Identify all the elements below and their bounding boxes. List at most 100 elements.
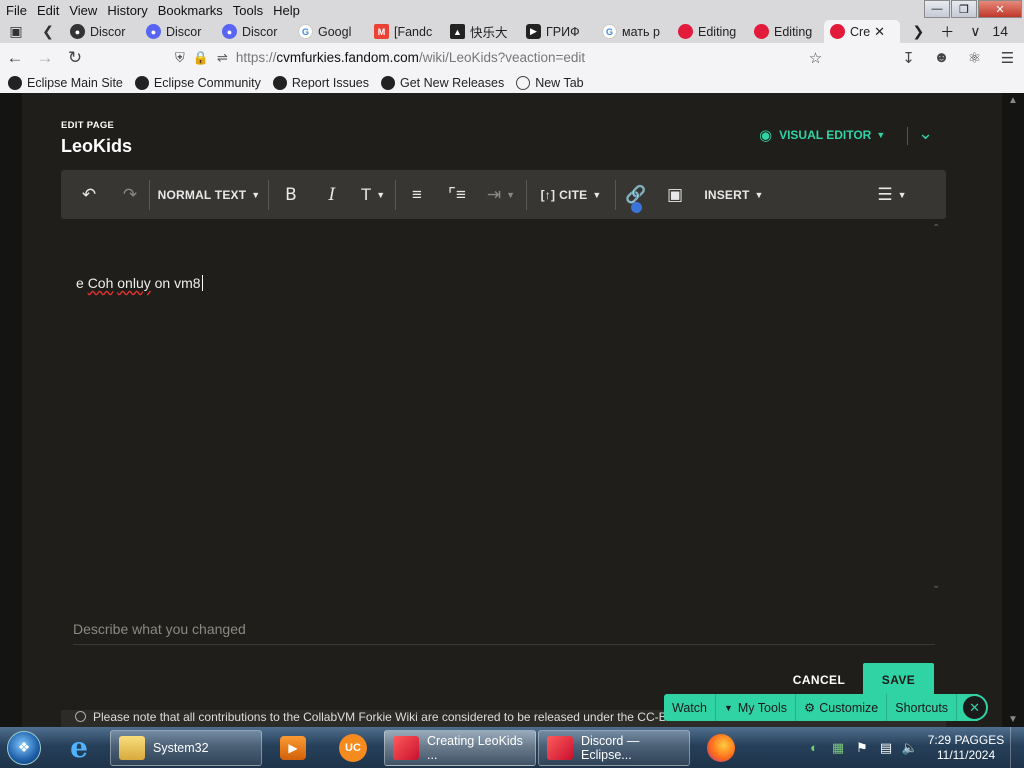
tab-item[interactable]: M [Fandc (368, 20, 444, 43)
caret-down-icon: ▼ (754, 189, 764, 200)
numbered-list-icon[interactable]: ⌜≡ (438, 170, 476, 219)
menu-view[interactable]: View (69, 3, 97, 18)
action-center-flag-icon[interactable]: ⚑ (850, 740, 874, 756)
tab-list-button[interactable]: ∨ 14 (970, 23, 1016, 40)
taskbar-window[interactable]: Discord — Eclipse... (538, 729, 690, 766)
visual-editor-dropdown[interactable]: ◉ VISUAL EDITOR ▼ (759, 126, 885, 144)
uc-browser-icon: UC (339, 733, 367, 762)
my-tools-button[interactable]: ▼ My Tools (716, 694, 796, 721)
cite-dropdown[interactable]: [↑] CITE ▼ (527, 170, 615, 219)
cancel-button[interactable]: CANCEL (788, 666, 850, 694)
link-icon[interactable]: 🔗 (616, 170, 656, 219)
insert-dropdown[interactable]: INSERT ▼ (694, 170, 774, 219)
tab-item[interactable]: Editing (748, 20, 824, 43)
caret-down-icon: ▼ (592, 189, 602, 200)
image-icon[interactable]: ▣ (656, 170, 694, 219)
close-window-icon[interactable]: ✕ (978, 0, 1022, 18)
taskbar-window-label: Discord — Eclipse... (581, 733, 640, 762)
tab-item[interactable]: Editing (672, 20, 748, 43)
start-button[interactable]: ❖ (0, 727, 48, 768)
update-icon[interactable]: ▦ (826, 740, 850, 756)
tab-item[interactable]: ▶ ГРИФ (520, 20, 596, 43)
chevron-down-icon[interactable]: ⌄ (918, 123, 933, 144)
windows-logo-icon: ❖ (7, 730, 41, 765)
clock[interactable]: 7:29 PAGGES 11/11/2024 (922, 733, 1010, 763)
bookmark-star-icon[interactable]: ☆ (799, 49, 832, 67)
shortcuts-button[interactable]: Shortcuts (887, 694, 958, 721)
menu-file[interactable]: File (6, 3, 27, 18)
menu-edit[interactable]: Edit (37, 3, 59, 18)
page-scrollbar[interactable]: ▲ ▼ (1002, 93, 1024, 727)
taskbar-window-active[interactable]: Creating LeoKids ... (384, 729, 536, 766)
editor-content[interactable]: e Coh onluy on vm8 (76, 275, 203, 291)
paragraph-format-dropdown[interactable]: NORMAL TEXT ▼ (150, 170, 268, 219)
tab-item[interactable]: ▲ 快乐大 (444, 20, 520, 43)
redo-icon[interactable]: ↷ (111, 170, 149, 219)
menu-help[interactable]: Help (273, 3, 300, 18)
lock-icon[interactable]: 🔒 (193, 50, 209, 66)
taskbar-window[interactable]: System32 (110, 729, 262, 766)
bookmark-item[interactable]: Eclipse Community (134, 75, 261, 90)
undo-icon[interactable]: ↶ (67, 170, 111, 219)
tab-item[interactable]: G Googl (292, 20, 368, 43)
tab-item-active[interactable]: Cre ✕ (824, 20, 900, 43)
download-icon[interactable]: ↧ (892, 49, 925, 67)
extensions-icon[interactable]: ⚛ (958, 49, 991, 67)
text-style-dropdown[interactable]: T ▼ (351, 170, 395, 219)
tab-scroll-right-icon[interactable]: ❯ (913, 23, 925, 40)
menu-tools[interactable]: Tools (233, 3, 263, 18)
close-icon[interactable]: ✕ (961, 694, 989, 721)
save-button[interactable]: SAVE (863, 663, 934, 697)
bold-icon[interactable]: B (269, 170, 313, 219)
network-globe-icon[interactable]: ◐ (802, 740, 826, 755)
scroll-up-icon[interactable]: ▲ (1008, 95, 1018, 106)
close-tab-icon[interactable]: ✕ (874, 24, 885, 40)
menu-bookmarks[interactable]: Bookmarks (158, 3, 223, 18)
customize-button[interactable]: ⚙ Customize (796, 694, 888, 721)
back-icon[interactable]: ← (0, 44, 30, 72)
italic-icon[interactable]: I (313, 170, 351, 219)
edit-summary-input[interactable]: Describe what you changed (73, 619, 935, 645)
bookmark-item[interactable]: Get New Releases (380, 75, 504, 90)
cc-icon (75, 711, 86, 722)
media-player-icon: ▶ (280, 735, 306, 760)
editor-scroll-down-icon[interactable]: ⌄ (932, 580, 940, 591)
volume-muted-icon[interactable]: 🔈 (898, 740, 922, 756)
bookmark-item[interactable]: New Tab (516, 75, 584, 90)
permissions-icon[interactable]: ⇌ (217, 50, 228, 66)
indent-dropdown[interactable]: ⇥ ▼ (476, 170, 526, 219)
uc-browser-pinned[interactable]: UC (324, 730, 382, 766)
network-icon[interactable]: ▤ (874, 740, 898, 756)
tab-scroll-left-icon[interactable]: ❮ (32, 20, 64, 43)
firefox-pinned[interactable] (692, 730, 750, 766)
tab-item[interactable]: ● Discor (64, 20, 140, 43)
bookmark-item[interactable]: Report Issues (272, 75, 369, 90)
bookmark-item[interactable]: Eclipse Main Site (8, 75, 123, 90)
hamburger-menu-icon[interactable]: ☰ (991, 49, 1024, 67)
minimize-icon[interactable]: — (924, 0, 950, 18)
scroll-down-icon[interactable]: ▼ (1008, 714, 1018, 725)
editor-scroll-up-icon[interactable]: ⌃ (932, 223, 940, 234)
show-desktop-button[interactable] (1010, 727, 1024, 768)
tab-label: Discor (242, 24, 278, 39)
tab-item[interactable]: ● Discor (140, 20, 216, 43)
restore-icon[interactable]: ❐ (951, 0, 977, 18)
forward-icon[interactable]: → (30, 44, 60, 72)
more-menu-dropdown[interactable]: ☰ ▼ (862, 170, 922, 219)
shield-icon[interactable]: ⛨ (175, 50, 185, 66)
fandom-icon (830, 24, 845, 39)
tab-item[interactable]: ● Discor (216, 20, 292, 43)
new-tab-icon[interactable]: ＋ (940, 22, 954, 42)
clock-date: 11/11/2024 (936, 747, 996, 762)
watch-button[interactable]: Watch (664, 694, 716, 721)
tab-overview-icon[interactable]: ▣ (0, 20, 32, 43)
bullet-list-icon[interactable]: ≡ (396, 170, 438, 219)
url-bar[interactable]: ⛨ 🔒 ⇌ https://cvmfurkies.fandom.com/wiki… (175, 45, 795, 70)
ie-pinned[interactable]: e (50, 730, 108, 766)
tab-item[interactable]: Gмать р (596, 20, 672, 43)
media-player-pinned[interactable]: ▶ (264, 730, 322, 766)
account-icon[interactable]: ☻ (925, 49, 958, 66)
github-icon (272, 75, 287, 90)
menu-history[interactable]: History (107, 3, 147, 18)
reload-icon[interactable]: ↻ (60, 44, 90, 72)
